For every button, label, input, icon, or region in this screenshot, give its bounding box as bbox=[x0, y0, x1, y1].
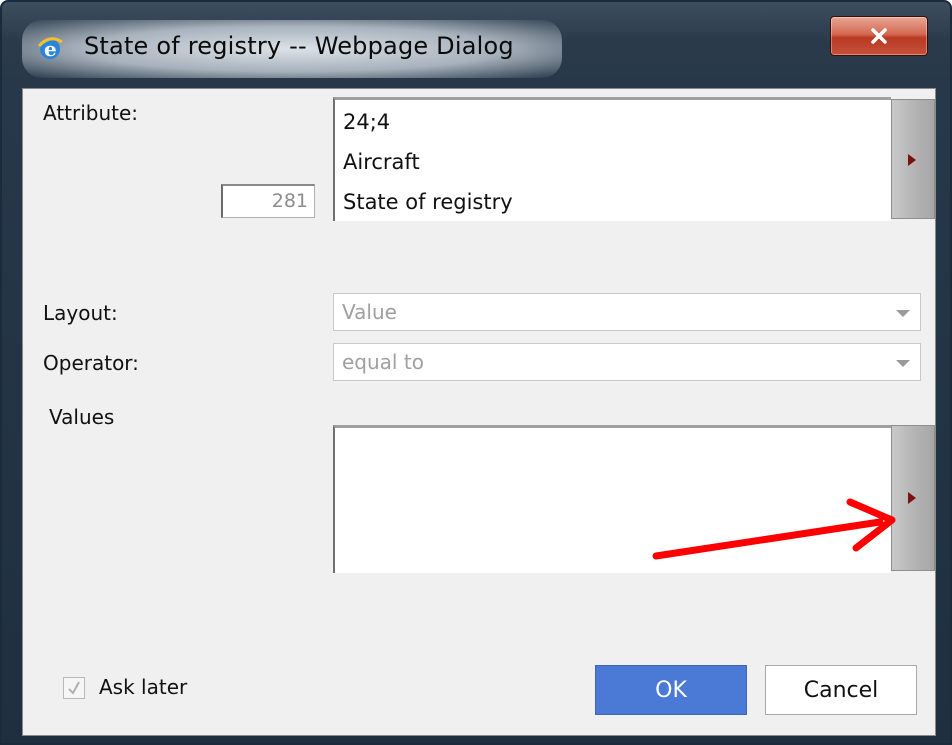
operator-label: Operator: bbox=[43, 351, 139, 375]
layout-select[interactable]: Value bbox=[333, 293, 921, 331]
check-icon bbox=[68, 681, 80, 695]
attribute-expand-button[interactable] bbox=[891, 99, 935, 219]
chevron-down-icon bbox=[896, 310, 910, 317]
close-icon bbox=[871, 28, 887, 44]
expand-right-icon bbox=[908, 154, 916, 166]
chevron-down-icon bbox=[896, 360, 910, 367]
attribute-line: State of registry bbox=[343, 190, 513, 214]
ok-button[interactable]: OK bbox=[595, 665, 747, 715]
cancel-button[interactable]: Cancel bbox=[765, 665, 917, 715]
operator-select[interactable]: equal to bbox=[333, 343, 921, 381]
attribute-id-field: 281 bbox=[221, 184, 315, 218]
values-label: Values bbox=[49, 405, 115, 429]
dialog-client-area: Attribute: 281 24;4 Aircraft State of re… bbox=[22, 88, 936, 736]
close-button[interactable] bbox=[830, 16, 928, 56]
internet-explorer-icon: e bbox=[37, 37, 63, 61]
layout-label: Layout: bbox=[43, 301, 118, 325]
expand-right-icon bbox=[908, 492, 916, 504]
attribute-line: 24;4 bbox=[343, 110, 391, 134]
dialog-window: e State of registry -- Webpage Dialog At… bbox=[0, 0, 952, 745]
values-expand-button[interactable] bbox=[891, 425, 935, 571]
window-title: State of registry -- Webpage Dialog bbox=[84, 32, 514, 60]
ask-later-label: Ask later bbox=[99, 675, 188, 699]
attribute-display: 24;4 Aircraft State of registry bbox=[333, 97, 891, 221]
title-bar[interactable]: e State of registry -- Webpage Dialog bbox=[2, 2, 950, 88]
attribute-line: Aircraft bbox=[343, 150, 420, 174]
layout-selected-value: Value bbox=[342, 300, 397, 324]
values-input[interactable] bbox=[333, 425, 891, 573]
operator-selected-value: equal to bbox=[342, 350, 424, 374]
ask-later-checkbox[interactable] bbox=[63, 677, 85, 699]
attribute-label: Attribute: bbox=[43, 101, 139, 125]
